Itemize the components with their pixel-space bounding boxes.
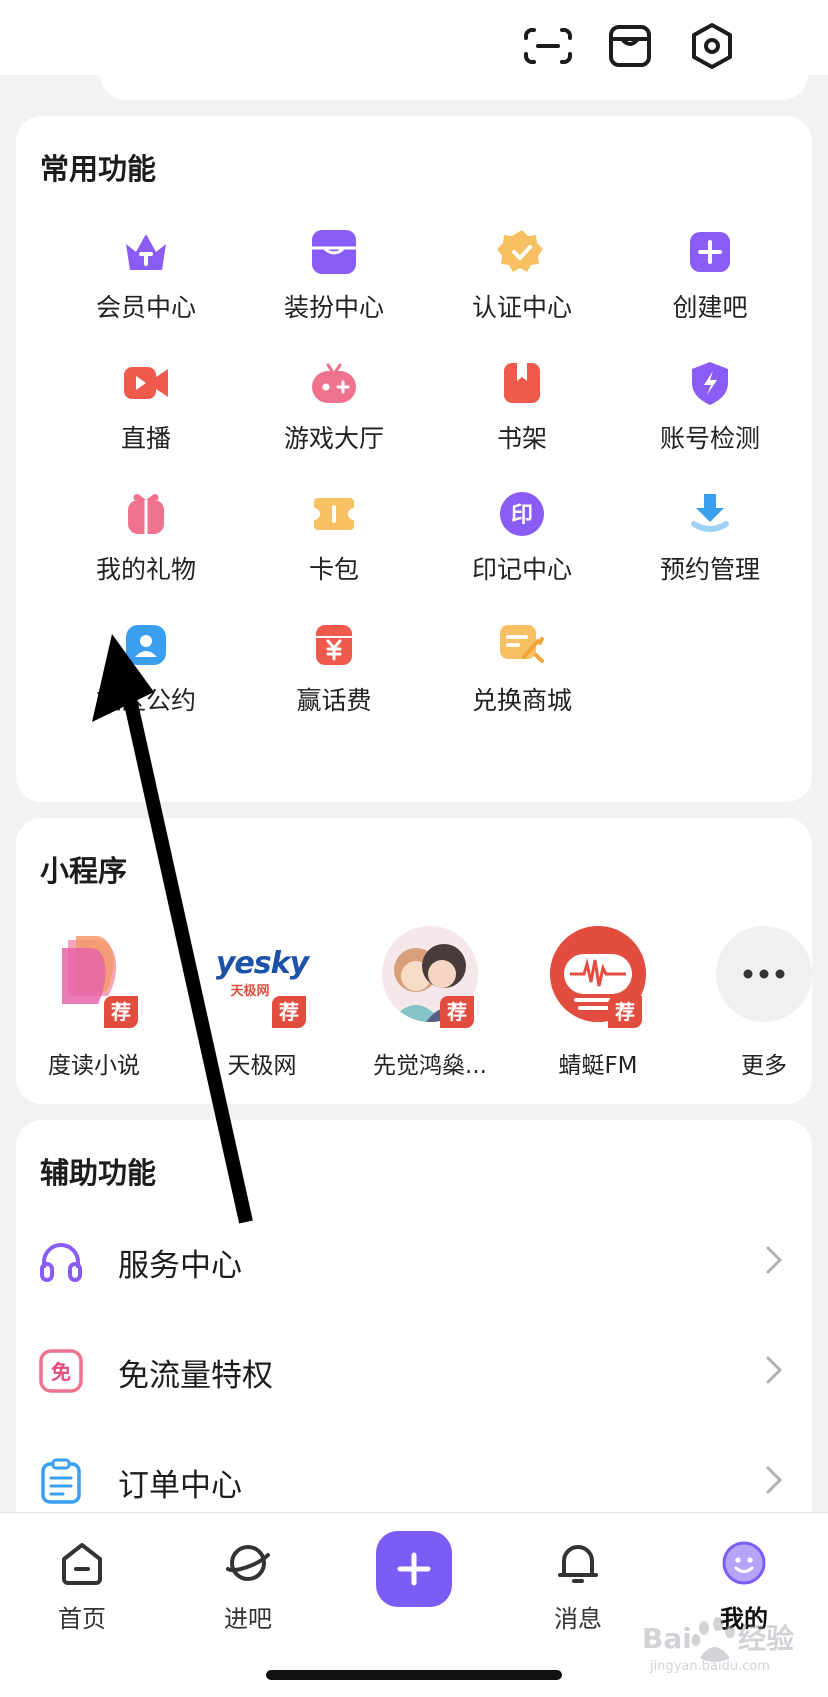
gamepad-icon <box>312 363 356 403</box>
video-camera-icon <box>124 367 168 399</box>
card-pack-item[interactable]: 卡包 <box>240 490 428 610</box>
card-pack-label: 卡包 <box>308 555 359 584</box>
bookshelf-label: 书架 <box>496 424 547 453</box>
seal-center-item[interactable]: 印 印记中心 <box>428 490 616 610</box>
recommend-badge: 荐 <box>104 996 138 1028</box>
bell-icon <box>558 1545 598 1583</box>
wardrobe-icon <box>312 230 356 274</box>
shield-bolt-icon <box>692 362 728 405</box>
my-gifts-label: 我的礼物 <box>95 555 196 584</box>
clipboard-icon <box>41 1458 81 1504</box>
headphones-icon <box>40 1243 82 1282</box>
assist-functions-title: 辅助功能 <box>40 1156 157 1190</box>
mini-program-label: 天极网 <box>227 1053 297 1079</box>
free-data-privilege-row[interactable]: 免 免流量特权 <box>16 1316 812 1424</box>
account-check-item[interactable]: 账号检测 <box>616 359 804 479</box>
verification-center-label: 认证中心 <box>471 293 572 322</box>
free-data-icon: 免 <box>39 1349 83 1393</box>
member-center-item[interactable]: 会员中心 <box>52 228 240 348</box>
svg-text:jingyan.baidu.com: jingyan.baidu.com <box>649 1659 770 1674</box>
chevron-right-icon <box>766 1356 783 1384</box>
tab-enter-bar[interactable]: 进吧 <box>188 1529 308 1639</box>
bookshelf-item[interactable]: 书架 <box>428 359 616 479</box>
scan-icon[interactable] <box>520 18 576 74</box>
member-center-label: 会员中心 <box>95 293 196 322</box>
create-bar-label: 创建吧 <box>672 293 748 322</box>
ticket-icon <box>314 498 354 530</box>
tab-enter-bar-label: 进吧 <box>224 1605 272 1633</box>
home-icon <box>62 1543 102 1585</box>
win-phone-credit-item[interactable]: 赢话费 <box>240 621 428 741</box>
community-convention-label: 社区公约 <box>95 686 196 715</box>
mini-programs-title: 小程序 <box>40 854 128 888</box>
verification-center-item[interactable]: 认证中心 <box>428 228 616 348</box>
mini-program-yesky[interactable]: yesky 天极网 荐 天极网 <box>184 926 334 1079</box>
mini-program-label: 蜻蜓FM <box>558 1053 638 1079</box>
tab-home[interactable]: 首页 <box>22 1529 142 1639</box>
svg-text:经验: 经验 <box>738 1622 794 1655</box>
bookmark-book-icon <box>504 363 540 403</box>
post-button[interactable] <box>376 1531 452 1607</box>
recommend-badge: 荐 <box>272 996 306 1028</box>
appointment-management-label: 预约管理 <box>659 555 760 584</box>
smiley-avatar-icon <box>722 1541 766 1585</box>
live-item[interactable]: 直播 <box>52 359 240 479</box>
baidu-watermark: Bai 经验 jingyan.baidu.com <box>640 1606 810 1676</box>
settings-hexagon-icon[interactable] <box>684 18 740 74</box>
seal-icon: 印 <box>500 492 544 536</box>
common-functions-title: 常用功能 <box>40 152 157 186</box>
common-functions-card: 常用功能 会员中心 装扮中心 认证中心 创建吧 直播 游戏大厅 书架 账号检测 … <box>16 116 812 802</box>
seal-center-label: 印记中心 <box>471 555 572 584</box>
mini-program-label: 度读小说 <box>48 1053 140 1079</box>
create-bar-item[interactable]: 创建吧 <box>616 228 804 348</box>
mini-program-dudu-novel[interactable]: 荐 度读小说 <box>16 926 166 1079</box>
mini-program-label: 先觉鸿燊... <box>373 1053 487 1079</box>
verified-badge-icon <box>498 230 543 272</box>
store-box-icon[interactable] <box>602 18 658 74</box>
service-center-label: 服务中心 <box>118 1248 242 1284</box>
top-bar <box>0 0 828 105</box>
free-data-privilege-label: 免流量特权 <box>118 1358 273 1394</box>
svg-text:印: 印 <box>511 503 533 528</box>
chevron-right-icon <box>766 1466 783 1494</box>
exchange-shop-icon <box>500 625 544 663</box>
plus-icon <box>397 1552 431 1586</box>
mini-program-xianjue[interactable]: 荐 先觉鸿燊... <box>352 926 502 1079</box>
community-icon <box>126 625 166 665</box>
order-center-label: 订单中心 <box>118 1468 242 1504</box>
game-hall-label: 游戏大厅 <box>283 424 384 453</box>
mini-program-qingting-fm[interactable]: 荐 蜻蜓FM <box>520 926 670 1079</box>
svg-text:免: 免 <box>51 1360 71 1384</box>
win-phone-credit-label: 赢话费 <box>296 686 372 715</box>
dressup-center-item[interactable]: 装扮中心 <box>240 228 428 348</box>
appointment-management-item[interactable]: 预约管理 <box>616 490 804 610</box>
service-center-row[interactable]: 服务中心 <box>16 1206 812 1314</box>
dressup-center-label: 装扮中心 <box>283 293 384 322</box>
more-dots-icon <box>716 926 812 1022</box>
game-hall-item[interactable]: 游戏大厅 <box>240 359 428 479</box>
account-check-label: 账号检测 <box>659 424 760 453</box>
exchange-mall-label: 兑换商城 <box>471 686 572 715</box>
home-indicator <box>266 1670 562 1680</box>
tab-messages[interactable]: 消息 <box>518 1529 638 1639</box>
crown-icon <box>126 234 166 270</box>
planet-icon <box>226 1545 270 1581</box>
exchange-mall-item[interactable]: 兑换商城 <box>428 621 616 741</box>
plus-square-icon <box>690 232 730 272</box>
recommend-badge: 荐 <box>608 996 642 1028</box>
tab-home-label: 首页 <box>58 1605 106 1633</box>
community-convention-item[interactable]: 社区公约 <box>52 621 240 741</box>
tab-messages-label: 消息 <box>554 1605 602 1633</box>
chevron-right-icon <box>766 1246 783 1274</box>
my-gifts-item[interactable]: 我的礼物 <box>52 490 240 610</box>
coin-bag-icon <box>316 625 352 665</box>
mini-program-label: 更多 <box>741 1053 787 1079</box>
mini-program-more[interactable]: 更多 <box>688 926 828 1079</box>
svg-text:Bai: Bai <box>642 1622 692 1655</box>
recommend-badge: 荐 <box>440 996 474 1028</box>
gift-icon <box>128 494 164 534</box>
live-label: 直播 <box>120 424 171 453</box>
download-calendar-icon <box>691 494 729 532</box>
